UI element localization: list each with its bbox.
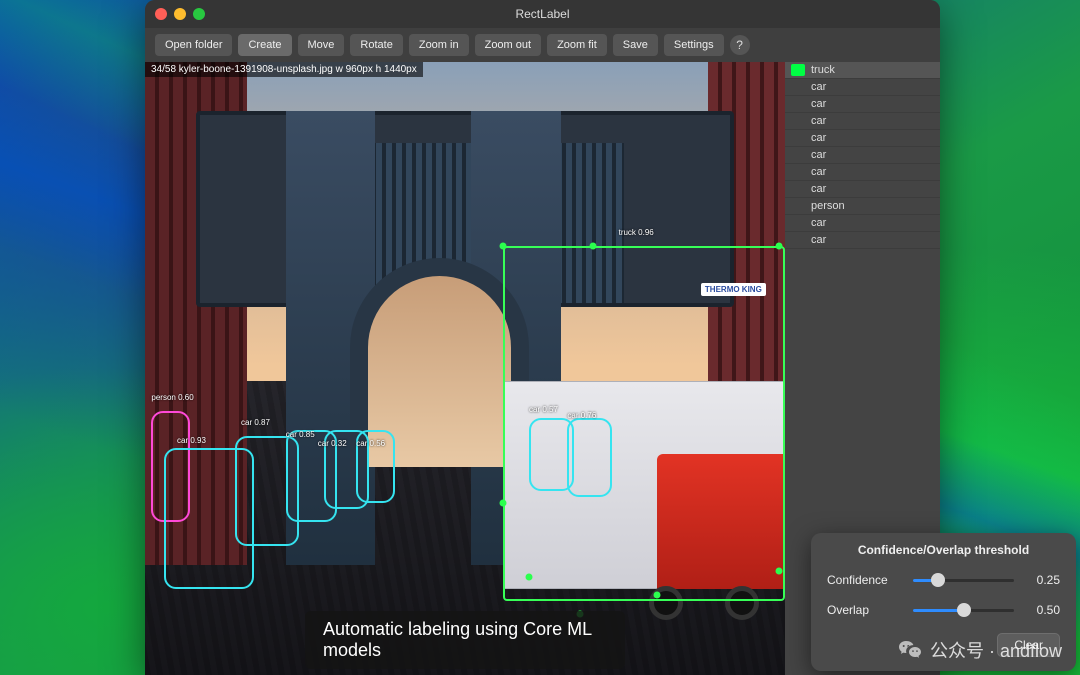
confidence-row: Confidence 0.25 xyxy=(827,573,1060,587)
list-item-label: car xyxy=(811,234,826,246)
list-item[interactable]: car xyxy=(785,147,940,164)
annotation-label: truck 0.96 xyxy=(619,228,654,237)
list-item[interactable]: car xyxy=(785,215,940,232)
list-item-label: car xyxy=(811,98,826,110)
panel-title: Confidence/Overlap threshold xyxy=(827,543,1060,557)
list-item-label: car xyxy=(811,183,826,195)
annotation-label: car 0.85 xyxy=(286,430,315,439)
list-item[interactable]: car xyxy=(785,164,940,181)
vertex-dot[interactable] xyxy=(590,242,597,249)
list-item[interactable]: truck xyxy=(785,62,940,79)
list-item[interactable]: car xyxy=(785,79,940,96)
list-item-label: car xyxy=(811,149,826,161)
list-item[interactable]: car xyxy=(785,113,940,130)
annotation-label: car 0.56 xyxy=(356,439,385,448)
truck-brand-text: THERMO KING xyxy=(701,283,766,296)
rotate-button[interactable]: Rotate xyxy=(350,34,402,56)
list-item-label: truck xyxy=(811,64,835,76)
minimize-icon[interactable] xyxy=(174,8,186,20)
list-item[interactable]: person xyxy=(785,198,940,215)
window-title: RectLabel xyxy=(205,7,880,21)
vertex-dot[interactable] xyxy=(775,567,782,574)
list-item[interactable]: car xyxy=(785,181,940,198)
zoom-fit-button[interactable]: Zoom fit xyxy=(547,34,607,56)
zoom-in-button[interactable]: Zoom in xyxy=(409,34,469,56)
list-item-label: car xyxy=(811,81,826,93)
list-item[interactable]: car xyxy=(785,96,940,113)
annotation-label: car 0.93 xyxy=(177,436,206,445)
save-button[interactable]: Save xyxy=(613,34,658,56)
traffic-lights xyxy=(155,8,205,20)
annotation-label: car 0.87 xyxy=(241,418,270,427)
color-swatch xyxy=(791,64,805,76)
fullscreen-icon[interactable] xyxy=(193,8,205,20)
move-button[interactable]: Move xyxy=(298,34,345,56)
create-button[interactable]: Create xyxy=(238,34,291,56)
overlap-value: 0.50 xyxy=(1020,603,1060,617)
list-item-label: car xyxy=(811,115,826,127)
zoom-out-button[interactable]: Zoom out xyxy=(475,34,541,56)
overlap-row: Overlap 0.50 xyxy=(827,603,1060,617)
overlap-label: Overlap xyxy=(827,603,907,617)
titlebar: RectLabel xyxy=(145,0,940,28)
list-item[interactable]: car xyxy=(785,130,940,147)
confidence-label: Confidence xyxy=(827,573,907,587)
vertex-dot[interactable] xyxy=(654,592,661,599)
annotation-label: person 0.60 xyxy=(151,393,193,402)
list-item[interactable]: car xyxy=(785,232,940,249)
watermark: 公众号 · andflow xyxy=(898,637,1062,663)
vertex-dot[interactable] xyxy=(775,242,782,249)
overlap-slider[interactable] xyxy=(913,609,1014,612)
annotation-label: car 0.76 xyxy=(567,411,596,420)
vertex-dot[interactable] xyxy=(526,573,533,580)
list-item-label: car xyxy=(811,166,826,178)
list-item-label: person xyxy=(811,200,845,212)
watermark-text: 公众号 · andflow xyxy=(930,637,1062,663)
confidence-value: 0.25 xyxy=(1020,573,1060,587)
list-item-label: car xyxy=(811,132,826,144)
annotation-label: car 0.32 xyxy=(318,439,347,448)
photo: THERMO KING xyxy=(145,62,785,675)
wechat-icon xyxy=(898,638,922,662)
confidence-slider[interactable] xyxy=(913,579,1014,582)
image-canvas[interactable]: 34/58 kyler-boone-1391908-unsplash.jpg w… xyxy=(145,62,785,675)
annotation-label: car 0.57 xyxy=(529,405,558,414)
close-icon[interactable] xyxy=(155,8,167,20)
image-status: 34/58 kyler-boone-1391908-unsplash.jpg w… xyxy=(145,62,423,77)
toolbar: Open folder Create Move Rotate Zoom in Z… xyxy=(145,28,940,62)
vertex-dot[interactable] xyxy=(500,500,507,507)
vertex-dot[interactable] xyxy=(500,242,507,249)
settings-button[interactable]: Settings xyxy=(664,34,724,56)
help-button[interactable]: ? xyxy=(730,35,750,55)
list-item-label: car xyxy=(811,217,826,229)
caption-overlay: Automatic labeling using Core ML models xyxy=(305,611,625,669)
open-folder-button[interactable]: Open folder xyxy=(155,34,232,56)
